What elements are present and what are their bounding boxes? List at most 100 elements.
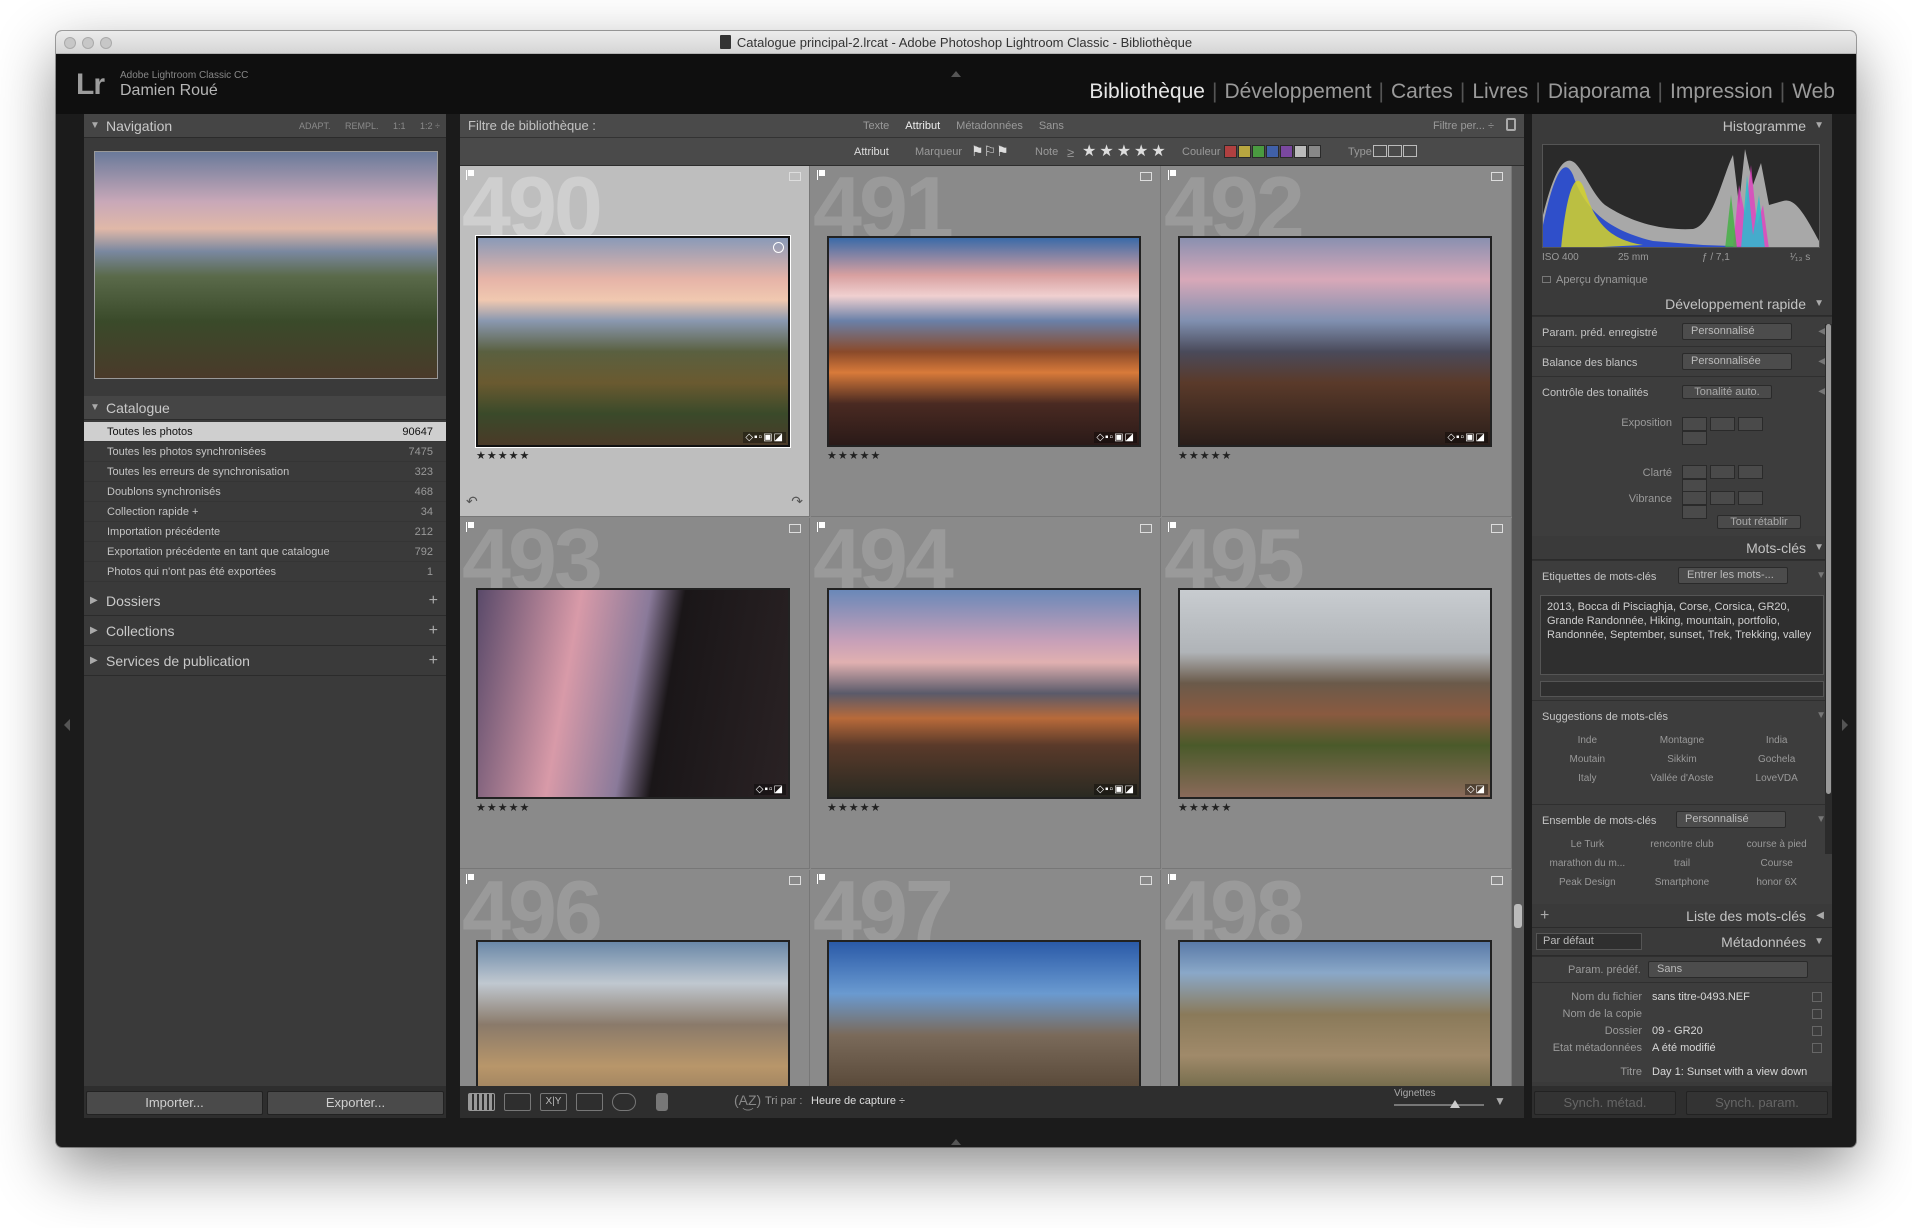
top-panel-toggle[interactable]	[951, 71, 961, 77]
keyword-list-header[interactable]: + Liste des mots-clés ◀	[1532, 904, 1832, 928]
zoom-fill-option[interactable]: REMPL.	[345, 121, 379, 131]
zoom-window-button[interactable]	[100, 37, 112, 49]
keyword-set-item[interactable]: course à pied	[1729, 839, 1824, 850]
flag-icon[interactable]	[466, 170, 474, 180]
rating-stars[interactable]: ★★★★★	[476, 449, 530, 462]
clarity-stepper[interactable]	[1682, 465, 1792, 493]
quick-collection-icon[interactable]	[1491, 876, 1503, 885]
color-label-swatch[interactable]	[1294, 145, 1307, 158]
loupe-view-icon[interactable]	[504, 1093, 531, 1111]
metadata-view-dropdown[interactable]: Par défaut	[1536, 933, 1642, 950]
color-label-filters[interactable]	[1224, 145, 1322, 159]
rename-icon[interactable]	[1812, 992, 1822, 1002]
rating-stars[interactable]: ★★★★★	[827, 801, 881, 814]
keyword-suggestion[interactable]: Vallée d'Aoste	[1635, 773, 1730, 784]
metadata-header[interactable]: Par défaut Métadonnées ▼	[1532, 928, 1832, 956]
flag-icon[interactable]	[466, 874, 474, 884]
collections-header[interactable]: ▶ Collections +	[84, 616, 446, 646]
filename-value[interactable]: sans titre-0493.NEF	[1652, 991, 1750, 1003]
keyword-add-input[interactable]	[1540, 681, 1824, 697]
survey-view-icon[interactable]	[576, 1093, 603, 1111]
quick-collection-icon[interactable]	[1140, 172, 1152, 181]
photo-thumbnail[interactable]: ◇▪▫▣◪	[475, 235, 791, 448]
navigator-header[interactable]: ▼ Navigation ADAPT. REMPL. 1:1 1:2 ÷	[84, 114, 446, 138]
go-to-folder-icon[interactable]	[1812, 1026, 1822, 1036]
photo-thumbnail[interactable]	[476, 940, 790, 1086]
add-folder-icon[interactable]: +	[429, 586, 438, 616]
filter-option-3[interactable]: Sans	[1039, 120, 1064, 132]
grid-cell[interactable]: 491 ◇▪▫▣◪ ★★★★★	[811, 166, 1161, 517]
people-view-icon[interactable]	[612, 1093, 636, 1111]
grid-view-icon[interactable]	[468, 1093, 495, 1111]
scrollbar-thumb[interactable]	[1514, 904, 1522, 928]
quick-collection-icon[interactable]	[1491, 172, 1503, 181]
module-2[interactable]: Cartes	[1384, 80, 1460, 103]
type-filter-buttons[interactable]	[1372, 145, 1417, 158]
color-label-swatch[interactable]	[1238, 145, 1251, 158]
thumbnail-badges-icon[interactable]: ◇▪▫▣◪	[743, 432, 786, 443]
flag-icon[interactable]	[817, 522, 825, 532]
keyword-set-item[interactable]: Peak Design	[1540, 877, 1635, 888]
folders-header[interactable]: ▶ Dossiers +	[84, 586, 446, 616]
metadata-preset-dropdown[interactable]: Sans	[1648, 961, 1808, 978]
color-label-swatch[interactable]	[1308, 145, 1321, 158]
photo-thumbnail[interactable]	[1178, 940, 1492, 1086]
grid-cell[interactable]: 490 ◇▪▫▣◪ ★★★★★ ↶ ↷	[460, 166, 810, 517]
rating-operator[interactable]: ≥	[1067, 145, 1074, 160]
saved-preset-dropdown[interactable]: Personnalisé	[1682, 323, 1792, 340]
minimize-window-button[interactable]	[82, 37, 94, 49]
thumbnail-badges-icon[interactable]: ◇▪▫▣◪	[1094, 432, 1137, 443]
keyword-set-item[interactable]: trail	[1635, 858, 1730, 869]
catalogue-item[interactable]: Importation précédente 212	[84, 522, 446, 542]
keyword-set-item[interactable]: Le Turk	[1540, 839, 1635, 850]
grid-cell[interactable]: 494 ◇▪▫▣◪ ★★★★★	[811, 518, 1161, 869]
photo-thumbnail[interactable]: ◇▪▫◪	[476, 588, 790, 799]
grid-cell[interactable]: 493 ◇▪▫◪ ★★★★★	[460, 518, 810, 869]
keyword-suggestion[interactable]: Sikkim	[1635, 754, 1730, 765]
lock-icon[interactable]	[1506, 118, 1516, 131]
sort-direction-icon[interactable]: (A͜Z)	[734, 1092, 761, 1108]
export-button[interactable]: Exporter...	[267, 1091, 444, 1115]
module-3[interactable]: Livres	[1465, 80, 1535, 103]
keyword-set-item[interactable]: marathon du m...	[1540, 858, 1635, 869]
grid-scrollbar[interactable]	[1512, 166, 1524, 1086]
quick-collection-icon[interactable]	[1491, 524, 1503, 533]
add-collection-icon[interactable]: +	[429, 616, 438, 646]
color-label-swatch[interactable]	[1266, 145, 1279, 158]
flag-icon[interactable]	[466, 522, 474, 532]
copy-name-icon[interactable]	[1812, 1009, 1822, 1019]
filter-preset-dropdown[interactable]: Filtre per... ÷	[1433, 120, 1494, 132]
sort-dropdown[interactable]: Heure de capture ÷	[811, 1095, 905, 1107]
keyword-entry-mode-dropdown[interactable]: Entrer les mots-...	[1678, 567, 1788, 584]
color-label-swatch[interactable]	[1252, 145, 1265, 158]
flag-icon[interactable]	[1168, 170, 1176, 180]
catalogue-item[interactable]: Toutes les photos synchronisées 7475	[84, 442, 446, 462]
rating-stars[interactable]: ★★★★★	[1178, 449, 1232, 462]
module-0[interactable]: Bibliothèque	[1082, 80, 1212, 103]
metadata-status-icon[interactable]	[1812, 1043, 1822, 1053]
add-publish-service-icon[interactable]: +	[429, 646, 438, 676]
photo-thumbnail[interactable]: ◇◪	[1178, 588, 1492, 799]
left-panel-toggle[interactable]	[64, 719, 70, 731]
catalogue-item[interactable]: Collection rapide + 34	[84, 502, 446, 522]
zoom-1-1-option[interactable]: 1:1	[393, 121, 406, 131]
selection-circle-icon[interactable]	[773, 242, 784, 253]
catalogue-item[interactable]: Doublons synchronisés 468	[84, 482, 446, 502]
thumbnail-size-slider[interactable]	[1394, 1100, 1484, 1108]
keyword-suggestion[interactable]: Gochela	[1729, 754, 1824, 765]
quick-develop-header[interactable]: Développement rapide ▼	[1532, 292, 1832, 316]
catalogue-item[interactable]: Toutes les photos 90647	[84, 422, 446, 442]
keyword-suggestion[interactable]: Inde	[1540, 735, 1635, 746]
filter-option-0[interactable]: Texte	[863, 120, 889, 132]
rating-stars[interactable]: ★★★★★	[1178, 801, 1232, 814]
flag-icon[interactable]	[1168, 874, 1176, 884]
keyword-set-item[interactable]: honor 6X	[1729, 877, 1824, 888]
thumbnail-badges-icon[interactable]: ◇◪	[1464, 784, 1488, 795]
zoom-fit-option[interactable]: ADAPT.	[299, 121, 331, 131]
toolbar-menu-chevron-icon[interactable]: ▼	[1494, 1094, 1506, 1108]
thumbnail-badges-icon[interactable]: ◇▪▫▣◪	[1445, 432, 1488, 443]
filmstrip-toggle[interactable]	[951, 1139, 961, 1145]
thumbnail-badges-icon[interactable]: ◇▪▫▣◪	[1094, 784, 1137, 795]
navigator-preview-image[interactable]	[94, 151, 438, 379]
module-6[interactable]: Web	[1785, 80, 1842, 103]
